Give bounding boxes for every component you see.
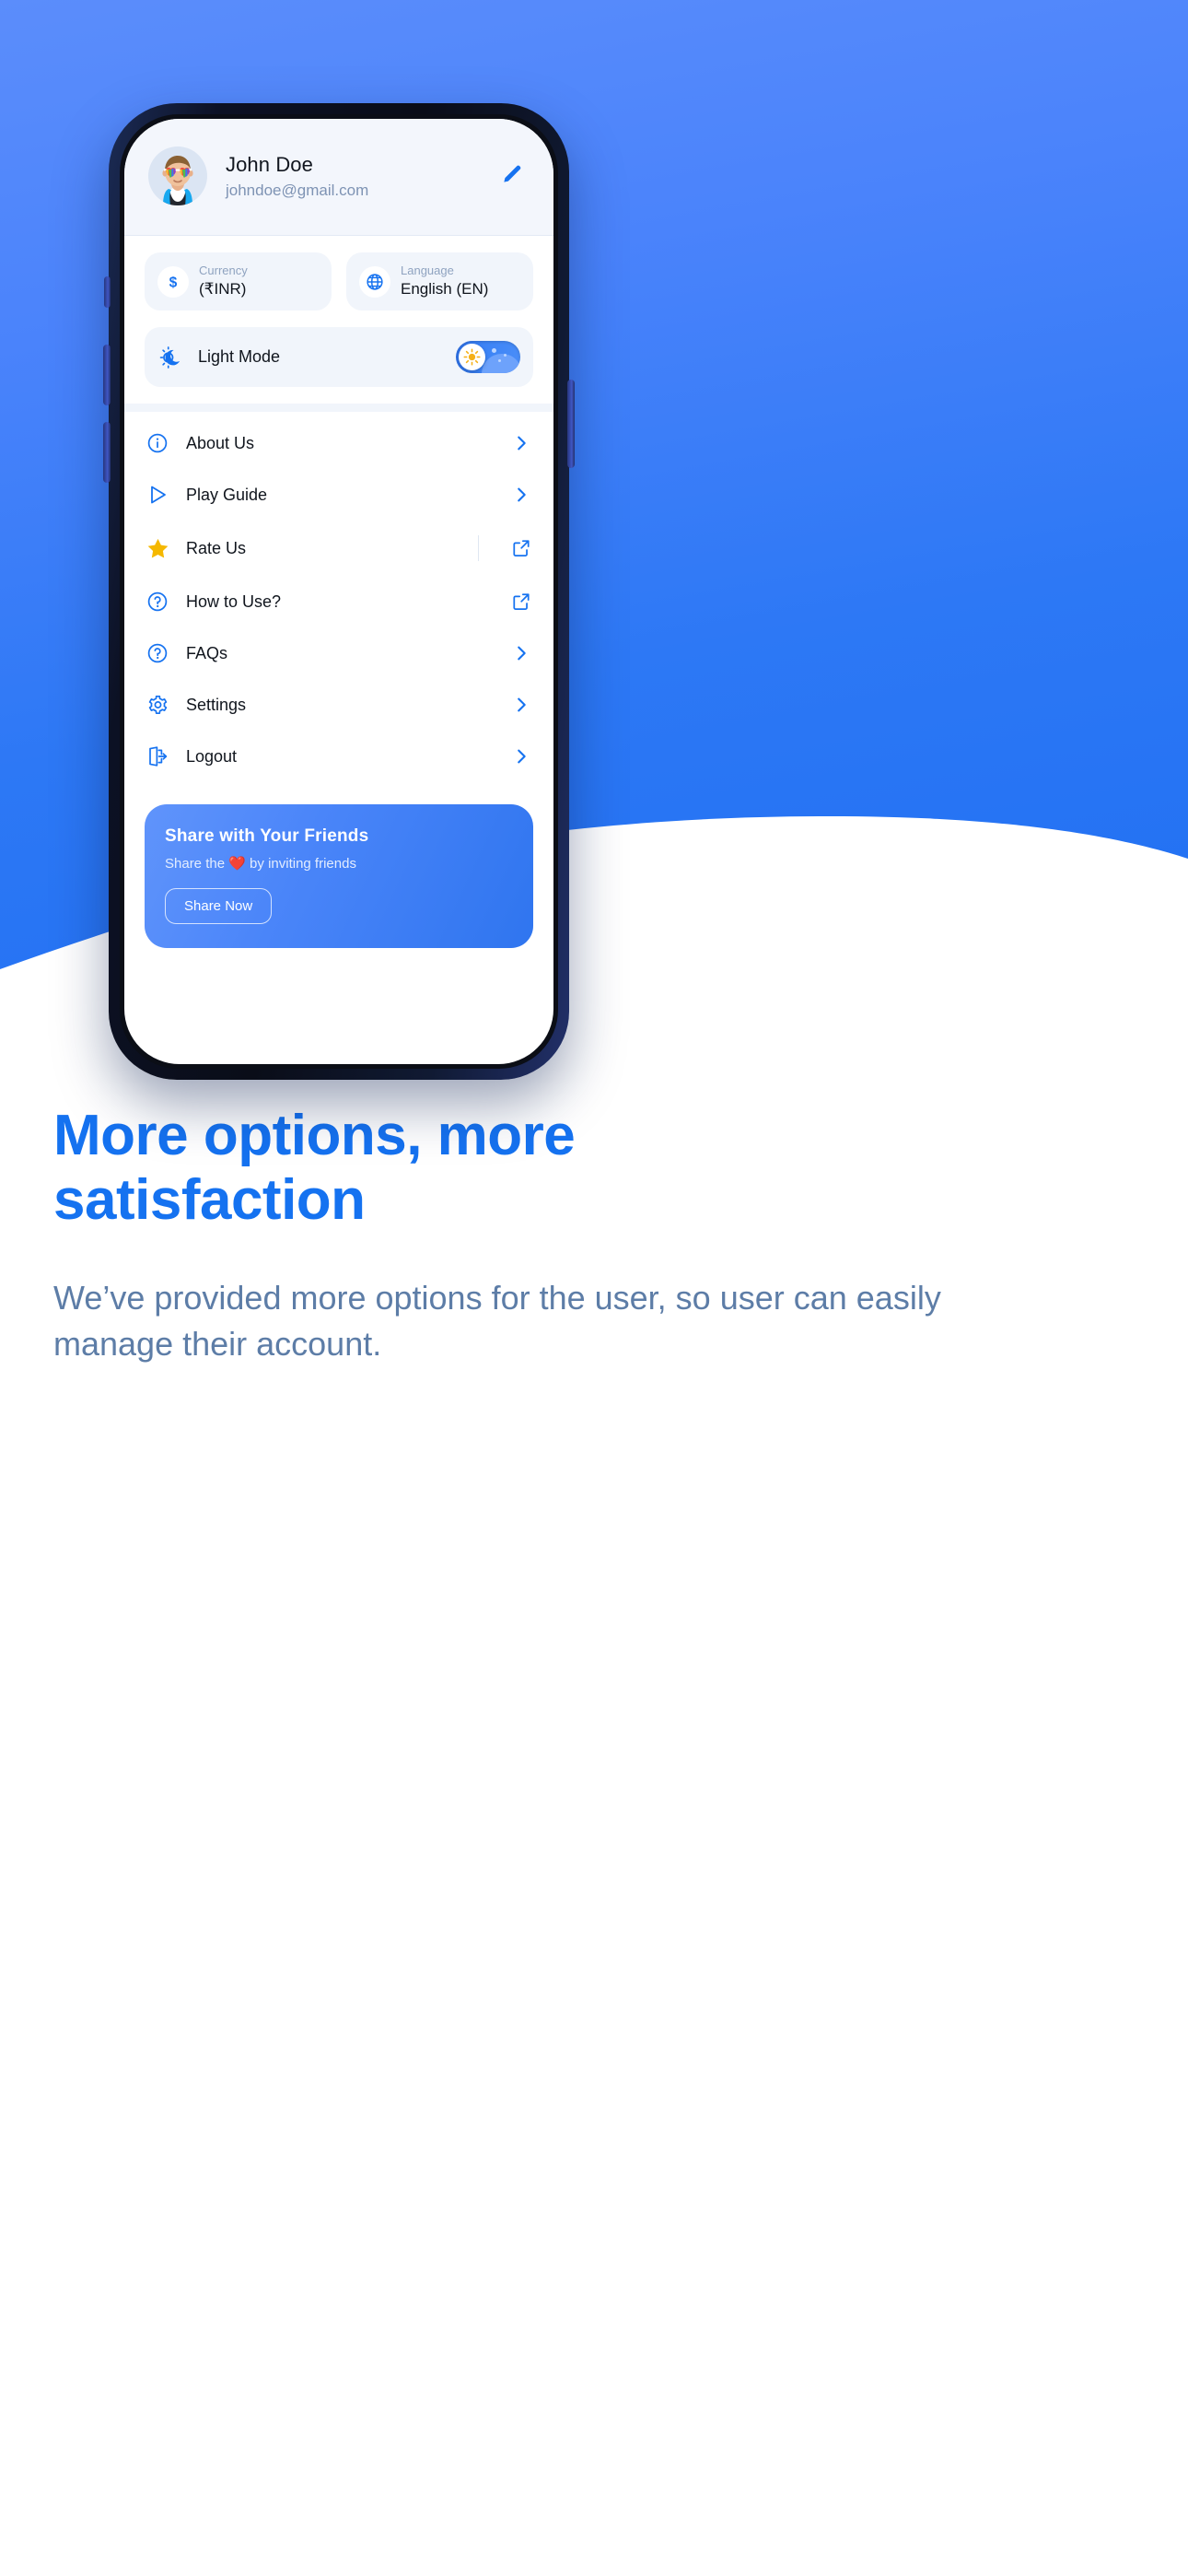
menu-item-settings[interactable]: Settings	[124, 679, 553, 731]
currency-selector[interactable]: $ Currency (₹INR)	[145, 252, 332, 311]
menu-item-logout[interactable]: Logout	[124, 731, 553, 782]
theme-mode-label: Light Mode	[198, 347, 281, 367]
question-circle-icon	[145, 591, 170, 613]
avatar-boy-sunglasses-icon	[162, 156, 193, 205]
chevron-right-icon[interactable]	[511, 695, 531, 715]
menu-item-label: Logout	[186, 746, 238, 766]
dollar-icon: $	[169, 275, 178, 290]
edit-profile-button[interactable]	[495, 157, 530, 196]
svg-text:$: $	[169, 275, 178, 290]
question-circle-icon	[145, 642, 170, 664]
share-now-button[interactable]: Share Now	[165, 888, 273, 925]
profile-header: John Doe johndoe@gmail.com	[124, 119, 553, 236]
theme-toggle[interactable]	[456, 341, 520, 374]
menu-item-faqs[interactable]: FAQs	[124, 627, 553, 679]
preference-selectors: $ Currency (₹INR) Language English (EN)	[124, 236, 553, 321]
chevron-right-icon[interactable]	[511, 746, 531, 767]
pencil-edit-icon	[504, 165, 521, 182]
sun-moon-icon-wrap	[159, 345, 183, 369]
currency-label: Currency	[199, 263, 248, 277]
settings-menu: About Us Play Guide Rate Us How to Use? …	[124, 412, 553, 782]
chevron-right-icon[interactable]	[511, 433, 531, 453]
menu-item-divider	[478, 535, 479, 562]
dollar-icon-wrap: $	[157, 265, 189, 298]
external-link-icon[interactable]	[511, 591, 531, 612]
profile-text: John Doe johndoe@gmail.com	[226, 153, 476, 200]
subcopy: We’ve provided more options for the user…	[53, 1279, 941, 1363]
menu-item-label: Play Guide	[186, 485, 268, 504]
globe-icon-wrap	[359, 265, 390, 298]
phone-silent-switch[interactable]	[104, 276, 111, 308]
menu-item-label: Settings	[186, 695, 247, 714]
chevron-right-icon[interactable]	[511, 485, 531, 505]
play-triangle-icon	[145, 484, 170, 506]
currency-value: (₹INR)	[199, 279, 247, 298]
profile-email: johndoe@gmail.com	[226, 181, 369, 199]
star-icon	[145, 537, 170, 560]
theme-mode-row[interactable]: Light Mode	[145, 327, 533, 388]
profile-name: John Doe	[226, 152, 313, 176]
section-divider	[124, 404, 553, 413]
menu-item-label: How to Use?	[186, 591, 282, 611]
chevron-right-icon[interactable]	[511, 643, 531, 663]
menu-item-play-guide[interactable]: Play Guide	[124, 469, 553, 521]
cloud-shape	[482, 354, 520, 374]
menu-item-label: FAQs	[186, 643, 228, 662]
external-link-icon[interactable]	[511, 538, 531, 558]
share-banner[interactable]: Share with Your Friends Share the ❤️ by …	[145, 804, 533, 949]
info-circle-icon	[145, 432, 170, 454]
toggle-knob	[459, 344, 485, 371]
gear-icon	[145, 694, 170, 716]
phone-screen: John Doe johndoe@gmail.com $ Currency (₹…	[124, 119, 553, 1064]
share-banner-title: Share with Your Friends	[165, 826, 369, 847]
language-label: Language	[401, 263, 454, 277]
menu-item-how-to-use[interactable]: How to Use?	[124, 576, 553, 627]
menu-item-rate-us[interactable]: Rate Us	[124, 521, 553, 576]
sun-icon	[463, 348, 481, 366]
phone-volume-up-button[interactable]	[103, 345, 111, 405]
phone-mockup: John Doe johndoe@gmail.com $ Currency (₹…	[103, 103, 575, 1080]
menu-item-label: Rate Us	[186, 538, 247, 557]
share-banner-subtitle: Share the ❤️ by inviting friends	[165, 856, 356, 872]
phone-bezel: John Doe johndoe@gmail.com $ Currency (₹…	[120, 114, 558, 1069]
phone-power-button[interactable]	[567, 380, 575, 468]
menu-item-about-us[interactable]: About Us	[124, 417, 553, 469]
star-dot	[492, 348, 496, 354]
globe-icon	[367, 273, 383, 290]
menu-item-label: About Us	[186, 433, 255, 452]
language-value: English (EN)	[401, 279, 489, 298]
phone-volume-down-button[interactable]	[103, 422, 111, 483]
language-selector[interactable]: Language English (EN)	[346, 252, 533, 311]
bottom-copy-section: More options, more satisfaction We’ve pr…	[0, 1032, 1188, 1366]
headline: More options, more satisfaction	[53, 1104, 576, 1233]
avatar[interactable]	[148, 146, 207, 205]
sun-moon-icon	[159, 345, 181, 369]
logout-icon	[145, 745, 170, 767]
